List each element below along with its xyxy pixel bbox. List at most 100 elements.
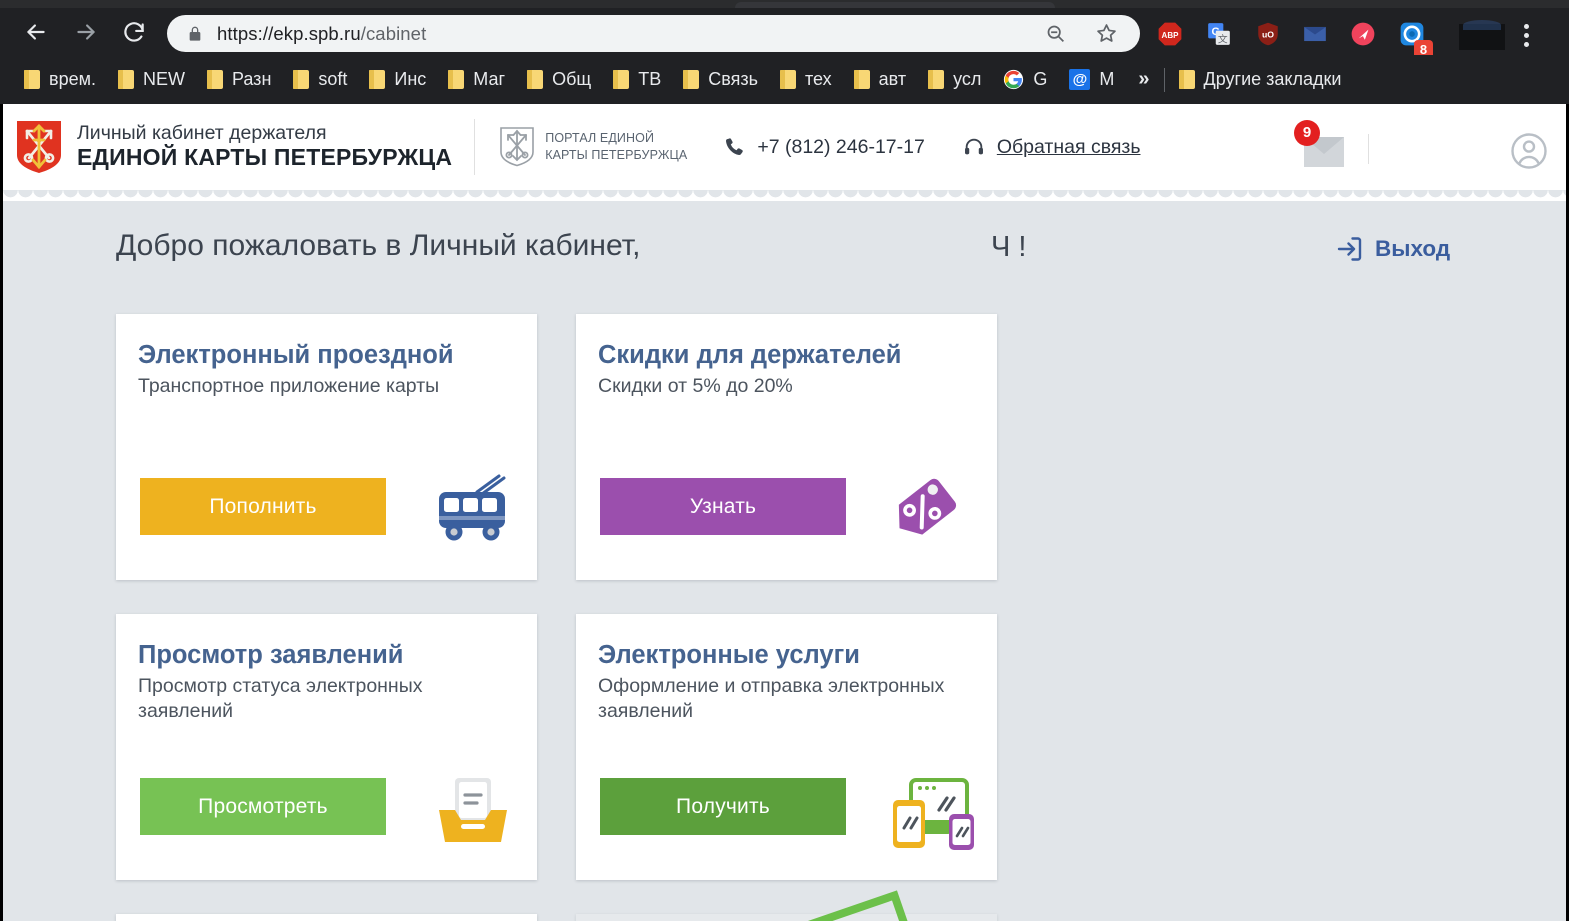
user-avatar-icon[interactable] (1511, 133, 1547, 169)
messages-badge: 9 (1294, 120, 1320, 146)
bookmark-item[interactable]: soft (293, 69, 347, 90)
bookmark-item[interactable]: ТВ (613, 69, 661, 90)
google-icon (1004, 69, 1024, 90)
portal-line-1: ПОРТАЛ ЕДИНОЙ (545, 131, 655, 146)
mail-at-icon: @ (1069, 69, 1091, 90)
card-my-benefits: Мои льготы Информация о доступных Вам ль… (576, 890, 997, 921)
discount-tag-icon (898, 478, 957, 535)
browser-toolbar: https://ekp.spb.ru/cabinet ABP G 文 uO 8 (0, 8, 1569, 59)
card-banking-services[interactable]: Банковские сервисы Онлайн оплата услуг, … (116, 914, 537, 921)
bookmark-item[interactable]: врем. (24, 69, 96, 90)
card-description: Просмотр статуса электронных заявлений (138, 674, 423, 723)
headset-icon (964, 138, 983, 155)
other-bookmarks-folder[interactable]: Другие закладки (1178, 69, 1342, 90)
devices-icon (893, 778, 974, 850)
portal-line-2: КАРТЫ ПЕТЕРБУРЖЦА (545, 148, 688, 162)
folder-icon (613, 70, 630, 89)
bookmark-star-icon[interactable] (1095, 22, 1118, 45)
folder-icon (24, 70, 40, 89)
zoom-out-icon[interactable] (1045, 23, 1066, 44)
url-text: https://ekp.spb.ru/cabinet (217, 23, 426, 45)
soon-stamp: СКОРО! (639, 890, 929, 921)
spb-coat-of-arms-icon (17, 121, 61, 173)
welcome-row: Добро пожаловать в Личный кабинет, Ч ! В… (3, 229, 1566, 285)
tab-strip[interactable] (0, 0, 1569, 8)
folder-icon (928, 70, 945, 89)
bookmark-item-google[interactable]: G (1003, 69, 1047, 90)
card-discounts-for-holders[interactable]: Скидки для держателей Скидки от 5% до 20… (576, 314, 997, 580)
bookmark-item[interactable]: Маг (448, 69, 505, 90)
card-action-button[interactable]: Получить (600, 778, 846, 835)
bookmark-item[interactable]: Инс (369, 69, 426, 90)
screenshot-root: https://ekp.spb.ru/cabinet ABP G 文 uO 8 … (0, 0, 1569, 921)
bookmark-label: врем. (49, 69, 96, 89)
chrome-menu-icon[interactable] (1524, 20, 1530, 48)
card-view-applications[interactable]: Просмотр заявлений Просмотр статуса элек… (116, 614, 537, 880)
card-description: Скидки от 5% до 20% (598, 374, 793, 397)
bookmark-item[interactable]: тех (779, 69, 832, 90)
bookmark-label: Общ (552, 69, 592, 89)
bookmarks-overflow-icon[interactable]: » (1138, 68, 1149, 91)
folder-icon (1178, 70, 1195, 89)
card-title: Электронный проездной (138, 341, 454, 369)
bookmark-label: авт (878, 69, 907, 89)
card-action-button[interactable]: Узнать (600, 478, 846, 535)
adblock-plus-extension-icon[interactable]: ABP (1157, 21, 1183, 47)
welcome-username: Ч ! (991, 231, 1027, 263)
brand-block: Личный кабинет держателя ЕДИНОЙ КАРТЫ ПЕ… (77, 122, 452, 171)
bookmark-item[interactable]: Разн (206, 69, 272, 90)
card-action-button[interactable]: Просмотреть (140, 778, 386, 835)
bookmark-label: M (1099, 69, 1115, 89)
bookmark-item[interactable]: Общ (527, 69, 591, 90)
folder-icon (448, 70, 465, 89)
card-title: Электронные услуги (598, 641, 860, 669)
bookmarks-bar: врем. NEW Разн soft Инс Маг Общ ТВ Связь… (0, 55, 1569, 104)
page-content: Личный кабинет держателя ЕДИНОЙ КАРТЫ ПЕ… (3, 104, 1566, 921)
other-bookmarks-label: Другие закладки (1203, 69, 1342, 89)
card-action-button[interactable]: Пополнить (140, 478, 386, 535)
document-tray-icon (439, 778, 507, 842)
folder-icon (293, 70, 310, 89)
bookmark-item[interactable]: NEW (117, 69, 185, 90)
folder-icon (527, 70, 544, 89)
scalloped-edge (3, 190, 1566, 201)
card-electronic-travel-pass[interactable]: Электронный проездной Транспортное прило… (116, 314, 537, 580)
forward-icon[interactable] (72, 18, 100, 46)
bookmark-label: тех (804, 69, 832, 89)
phone-block[interactable]: +7 (812) 246-17-17 (723, 136, 925, 159)
svg-text:ABP: ABP (1162, 31, 1180, 40)
header-divider-2 (1368, 134, 1369, 164)
reload-icon[interactable] (120, 18, 148, 46)
mail-extension-icon[interactable] (1302, 21, 1328, 47)
bookmark-item[interactable]: усл (928, 69, 981, 90)
back-icon[interactable] (22, 18, 50, 46)
bookmark-label: Маг (473, 69, 506, 89)
bookmark-item[interactable]: Связь (683, 69, 758, 90)
url-origin: https://ekp.spb.ru (217, 22, 361, 44)
feedback-link[interactable]: Обратная связь (963, 136, 1141, 159)
browser-chrome: https://ekp.spb.ru/cabinet ABP G 文 uO 8 … (0, 0, 1569, 104)
feedback-label: Обратная связь (996, 135, 1141, 158)
bookmark-item-mail[interactable]: @ M (1069, 69, 1114, 90)
bookmark-label: NEW (142, 69, 185, 89)
bookmark-label: G (1033, 69, 1048, 89)
folder-icon (779, 70, 796, 89)
service-card-grid: Электронный проездной Транспортное прило… (116, 314, 1456, 921)
bookmark-label: Разн (231, 69, 272, 89)
bookmark-item[interactable]: авт (853, 69, 907, 90)
logout-button[interactable]: Выход (1335, 235, 1450, 263)
card-title: Просмотр заявлений (138, 641, 404, 669)
profile-avatar[interactable] (1459, 20, 1505, 50)
address-bar[interactable]: https://ekp.spb.ru/cabinet (167, 15, 1140, 52)
google-translate-extension-icon[interactable]: G 文 (1206, 21, 1232, 47)
brand-line-1: Личный кабинет держателя (77, 122, 327, 145)
card-description: Транспортное приложение карты (138, 374, 440, 397)
portal-link[interactable]: ПОРТАЛ ЕДИНОЙ КАРТЫ ПЕТЕРБУРЖЦА (500, 127, 687, 167)
pinterest-extension-icon[interactable] (1350, 21, 1376, 47)
messages-button[interactable]: 9 (1294, 120, 1347, 170)
ublock-origin-extension-icon[interactable]: uO (1255, 21, 1281, 47)
trolleybus-icon (439, 474, 506, 541)
lock-icon (189, 26, 201, 41)
folder-icon (206, 70, 223, 89)
card-electronic-services[interactable]: Электронные услуги Оформление и отправка… (576, 614, 997, 880)
